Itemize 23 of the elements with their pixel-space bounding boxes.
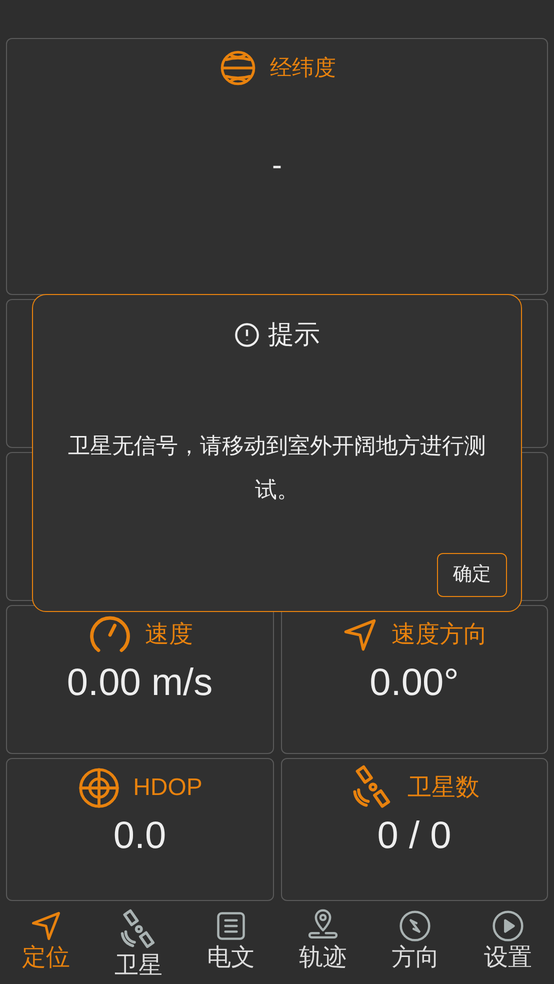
dialog-message: 卫星无信号，请移动到室外开阔地方进行测试。 <box>67 432 487 504</box>
nav-tab[interactable]: 设置 <box>462 904 554 984</box>
nav-tab[interactable]: 方向 <box>369 904 462 984</box>
nav-tab[interactable]: 电文 <box>184 904 277 984</box>
metric-label: 卫星数 <box>407 772 480 803</box>
metric-value: 0 / 0 <box>377 814 452 859</box>
crosshair-icon <box>77 766 122 810</box>
nav-tab[interactable]: 轨迹 <box>276 904 370 984</box>
card-value: - <box>272 148 282 184</box>
nav-tab[interactable]: 定位 <box>0 904 92 984</box>
compass-icon <box>398 908 432 943</box>
nav-tab[interactable]: 卫星 <box>92 904 185 984</box>
dialog-title: 提示 <box>268 318 320 351</box>
metric-label: 速度 <box>144 620 193 650</box>
card-label: 经纬度 <box>270 54 336 82</box>
info-icon <box>234 322 260 348</box>
confirm-button[interactable]: 确定 <box>437 553 507 597</box>
metric-label: HDOP <box>133 772 202 803</box>
metric-label: 速度方向 <box>391 620 488 650</box>
metric-value: 0.00° <box>370 660 459 706</box>
metric-value: 0.00 m/s <box>66 660 213 706</box>
play-icon <box>490 908 525 943</box>
metric-value: 0.0 <box>113 814 166 859</box>
